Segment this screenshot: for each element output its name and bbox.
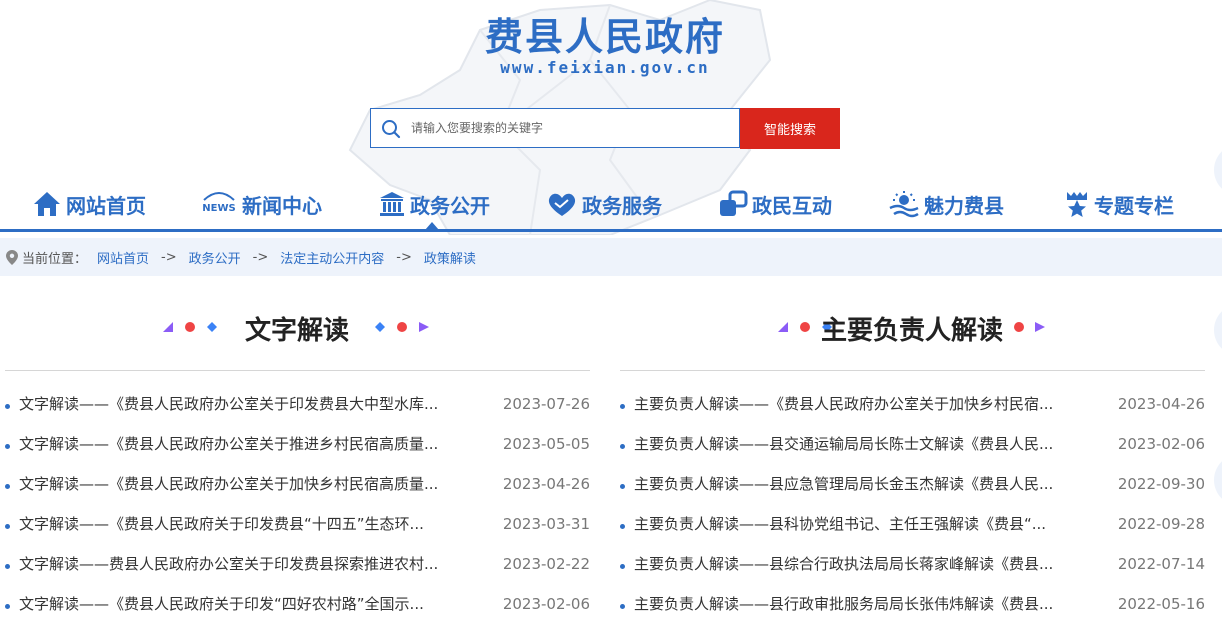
leader-interpretation-section: 主要负责人解读 主要负责人解读——《费县人民政府办公室关于加快乡村民宿... 20…	[615, 290, 1205, 613]
article-date: 2023-07-26	[502, 395, 590, 413]
list-item[interactable]: 文字解读——《费县人民政府关于印发费县“十四五”生态环... 2023-03-31	[0, 512, 590, 552]
list-item[interactable]: 文字解读——《费县人民政府办公室关于加快乡村民宿高质量... 2023-04-26	[0, 472, 590, 512]
article-date: 2023-04-26	[1117, 395, 1205, 413]
nav-underline	[0, 229, 1222, 232]
nav-item-government-affairs[interactable]: 政务公开	[378, 182, 490, 226]
list-item[interactable]: 主要负责人解读——县交通运输局局长陈士文解读《费县人民... 2023-02-06	[615, 432, 1205, 472]
nav-item-label: 新闻中心	[242, 193, 322, 218]
breadcrumb-separator: ->	[161, 249, 177, 265]
article-list: 主要负责人解读——《费县人民政府办公室关于加快乡村民宿... 2023-04-26…	[615, 392, 1205, 632]
section-divider	[5, 370, 590, 371]
nav-item-government-services[interactable]: 政务服务	[546, 182, 662, 226]
section-divider	[620, 370, 1205, 371]
site-title: 费县人民政府	[484, 14, 725, 59]
title-decoration-right	[1014, 322, 1045, 332]
title-decoration-right	[375, 322, 429, 332]
nav-item-charm-feixian[interactable]: 魅力费县	[888, 182, 1004, 226]
article-date: 2023-02-22	[502, 555, 590, 573]
nav-item-label: 政民互动	[752, 193, 832, 218]
breadcrumb-separator: ->	[396, 249, 412, 265]
list-item[interactable]: 文字解读——《费县人民政府办公室关于印发费县大中型水库... 2023-07-26	[0, 392, 590, 432]
svg-text:NEWS: NEWS	[202, 203, 235, 214]
article-title-link[interactable]: 主要负责人解读——县应急管理局局长金玉杰解读《费县人民...	[634, 472, 1089, 496]
article-title-link[interactable]: 文字解读——费县人民政府办公室关于印发费县探索推进农村...	[19, 552, 474, 576]
article-date: 2023-03-31	[502, 515, 590, 533]
list-item[interactable]: 文字解读——《费县人民政府关于印发“四好农村路”全国示... 2023-02-06	[0, 592, 590, 632]
breadcrumb-statutory-content[interactable]: 法定主动公开内容	[280, 248, 384, 267]
article-title-link[interactable]: 文字解读——《费县人民政府办公室关于推进乡村民宿高质量...	[19, 432, 474, 456]
smart-search-button[interactable]: 智能搜索	[740, 108, 840, 149]
breadcrumb-prefix: 当前位置：	[22, 251, 88, 267]
news-icon: NEWS	[202, 192, 236, 214]
article-date: 2022-09-30	[1117, 475, 1205, 493]
section-header: 主要负责人解读	[615, 290, 1205, 370]
article-date: 2022-09-28	[1117, 515, 1205, 533]
article-title-link[interactable]: 主要负责人解读——县交通运输局局长陈士文解读《费县人民...	[634, 432, 1089, 456]
article-title-link[interactable]: 文字解读——《费县人民政府办公室关于加快乡村民宿高质量...	[19, 472, 474, 496]
nav-item-label: 网站首页	[66, 193, 146, 218]
article-list: 文字解读——《费县人民政府办公室关于印发费县大中型水库... 2023-07-26…	[0, 392, 590, 632]
article-date: 2023-05-05	[502, 435, 590, 453]
list-item[interactable]: 主要负责人解读——县科协党组书记、主任王强解读《费县“... 2022-09-28	[615, 512, 1205, 552]
nav-item-label: 专题专栏	[1094, 193, 1174, 218]
article-title-link[interactable]: 文字解读——《费县人民政府关于印发费县“十四五”生态环...	[19, 512, 474, 536]
government-building-icon	[380, 192, 404, 216]
home-icon	[34, 192, 60, 216]
list-item[interactable]: 主要负责人解读——县综合行政执法局局长蒋家峰解读《费县... 2022-07-14	[615, 552, 1205, 592]
star-ribbon-icon	[1067, 192, 1087, 217]
nav-item-label: 政务公开	[410, 193, 490, 218]
nav-item-label: 政务服务	[582, 193, 662, 218]
nav-item-home[interactable]: 网站首页	[32, 182, 146, 226]
section-title: 文字解读	[245, 316, 350, 346]
article-date: 2023-02-06	[1117, 435, 1205, 453]
title-decoration-left	[163, 322, 217, 332]
main-nav: 网站首页 NEWS 新闻中心 政务公开 政务服务 政民互动 魅力费县 专题专栏	[0, 182, 1222, 230]
heart-hands-icon	[548, 193, 576, 216]
text-interpretation-section: 文字解读 文字解读——《费县人民政府办公室关于印发费县大中型水库... 2023-…	[0, 290, 590, 613]
article-title-link[interactable]: 主要负责人解读——县综合行政执法局局长蒋家峰解读《费县...	[634, 552, 1089, 576]
nav-item-special-topics[interactable]: 专题专栏	[1064, 182, 1174, 226]
list-item[interactable]: 主要负责人解读——县行政审批服务局局长张伟炜解读《费县... 2022-05-16	[615, 592, 1205, 632]
nav-item-label: 魅力费县	[924, 193, 1004, 218]
list-item[interactable]: 文字解读——费县人民政府办公室关于印发费县探索推进农村... 2023-02-22	[0, 552, 590, 592]
search-input[interactable]	[411, 109, 731, 147]
article-title-link[interactable]: 主要负责人解读——县行政审批服务局局长张伟炜解读《费县...	[634, 592, 1089, 616]
article-title-link[interactable]: 主要负责人解读——《费县人民政府办公室关于加快乡村民宿...	[634, 392, 1089, 416]
breadcrumb-government-affairs[interactable]: 政务公开	[189, 248, 241, 267]
article-date: 2023-02-06	[502, 595, 590, 613]
article-title-link[interactable]: 主要负责人解读——县科协党组书记、主任王强解读《费县“...	[634, 512, 1089, 536]
list-item[interactable]: 主要负责人解读——县应急管理局局长金玉杰解读《费县人民... 2022-09-30	[615, 472, 1205, 512]
article-title-link[interactable]: 文字解读——《费县人民政府关于印发“四好农村路”全国示...	[19, 592, 474, 616]
list-item[interactable]: 文字解读——《费县人民政府办公室关于推进乡村民宿高质量... 2023-05-05	[0, 432, 590, 472]
search-icon	[382, 120, 401, 139]
site-url: www.feixian.gov.cn	[500, 58, 710, 77]
interaction-icon	[720, 190, 748, 216]
section-header: 文字解读	[0, 290, 590, 370]
location-pin-icon	[6, 249, 18, 265]
section-title: 主要负责人解读	[821, 316, 1004, 346]
article-date: 2022-07-14	[1117, 555, 1205, 573]
breadcrumb-policy-interpretation[interactable]: 政策解读	[424, 248, 476, 267]
breadcrumb-home[interactable]: 网站首页	[97, 248, 149, 267]
search-box	[370, 108, 740, 148]
article-title-link[interactable]: 文字解读——《费县人民政府办公室关于印发费县大中型水库...	[19, 392, 474, 416]
nav-item-public-interaction[interactable]: 政民互动	[718, 182, 832, 226]
scenery-icon	[889, 191, 919, 218]
article-date: 2022-05-16	[1117, 595, 1205, 613]
article-date: 2023-04-26	[502, 475, 590, 493]
nav-item-news[interactable]: NEWS 新闻中心	[200, 182, 322, 226]
list-item[interactable]: 主要负责人解读——《费县人民政府办公室关于加快乡村民宿... 2023-04-26	[615, 392, 1205, 432]
breadcrumb: 当前位置： 网站首页 -> 政务公开 -> 法定主动公开内容 -> 政策解读	[0, 238, 1222, 276]
breadcrumb-separator: ->	[252, 249, 269, 265]
